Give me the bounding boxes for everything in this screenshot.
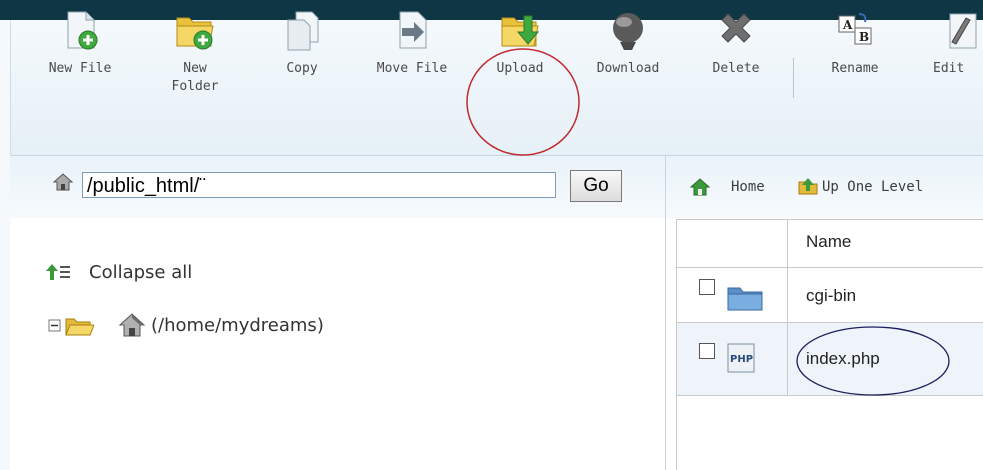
move-file-button[interactable]: Move File xyxy=(372,8,452,78)
delete-button[interactable]: Delete xyxy=(696,8,776,78)
home-nav-link[interactable]: Home xyxy=(731,179,765,195)
upload-annotation-circle xyxy=(466,48,580,156)
move-file-label: Move File xyxy=(376,61,448,76)
home-nav-icon[interactable] xyxy=(689,177,711,201)
new-file-icon xyxy=(58,8,102,52)
folder-icon xyxy=(726,284,764,316)
rename-label: Rename xyxy=(831,61,879,76)
delete-icon xyxy=(714,8,758,52)
home-small-icon[interactable] xyxy=(52,172,74,196)
new-file-label: New File xyxy=(48,61,112,76)
svg-text:A: A xyxy=(842,18,853,32)
delete-label: Delete xyxy=(712,61,760,76)
toolbar-separator xyxy=(793,58,794,98)
new-folder-button[interactable]: New Folder xyxy=(155,8,235,96)
edit-button[interactable]: Edit xyxy=(918,8,983,78)
new-folder-icon xyxy=(173,8,217,52)
download-label: Download xyxy=(596,61,660,76)
new-folder-label: New Folder xyxy=(171,61,219,94)
edit-icon xyxy=(936,8,980,52)
move-file-icon xyxy=(390,8,434,52)
copy-label: Copy xyxy=(286,61,318,76)
home-folder-icon xyxy=(118,312,146,342)
php-file-icon: PHP xyxy=(724,342,760,378)
path-input[interactable]: /public_html/¨ xyxy=(82,172,556,198)
copy-icon xyxy=(280,8,324,52)
open-folder-icon xyxy=(64,315,95,341)
collapse-all-icon[interactable] xyxy=(46,262,70,286)
row-checkbox[interactable] xyxy=(699,343,715,359)
up-one-level-icon[interactable] xyxy=(797,176,819,200)
rename-icon: A B xyxy=(833,8,877,52)
file-name-cgi-bin[interactable]: cgi-bin xyxy=(806,286,856,306)
table-top-border xyxy=(676,219,983,220)
svg-text:B: B xyxy=(859,30,869,44)
up-one-level-link[interactable]: Up One Level xyxy=(822,179,923,195)
copy-button[interactable]: Copy xyxy=(262,8,342,78)
svg-text:PHP: PHP xyxy=(730,354,753,365)
edit-label: Edit xyxy=(933,61,965,76)
tree-toggle-icon[interactable] xyxy=(47,315,63,339)
row-checkbox[interactable] xyxy=(699,279,715,295)
index-php-annotation-ellipse xyxy=(796,326,950,396)
name-column-header[interactable]: Name xyxy=(806,232,851,252)
download-icon xyxy=(606,8,650,52)
download-button[interactable]: Download xyxy=(588,8,668,78)
table-header-border xyxy=(676,267,983,268)
rename-button[interactable]: A B Rename xyxy=(815,8,895,78)
new-file-button[interactable]: New File xyxy=(40,8,120,78)
collapse-all-link[interactable]: Collapse all xyxy=(89,262,192,283)
tree-root-label[interactable]: (/home/mydreams) xyxy=(151,315,324,336)
go-button[interactable]: Go xyxy=(570,170,622,202)
